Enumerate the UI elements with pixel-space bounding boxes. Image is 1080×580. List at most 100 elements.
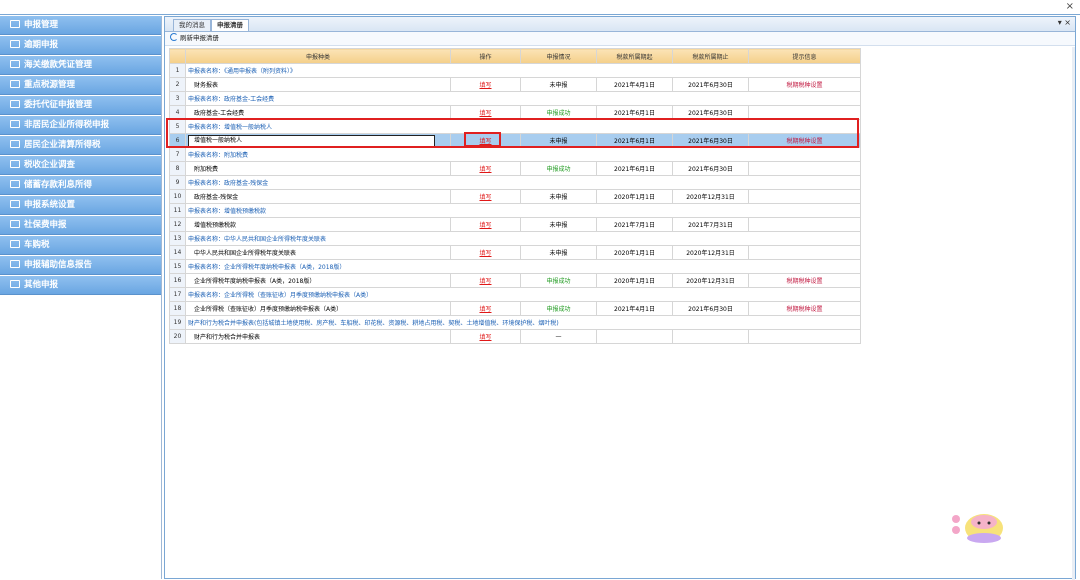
- group-title: 申报表名称：增值税预缴税款: [185, 203, 861, 218]
- folder-icon: [10, 159, 20, 168]
- group-title: 申报表名称：政府基金-工会经费: [185, 91, 861, 106]
- row-index: 19: [169, 315, 186, 330]
- sidebar-item-label: 海关缴款凭证管理: [24, 60, 93, 70]
- sidebar-item[interactable]: 重点税源管理: [0, 76, 161, 95]
- row-name: 财产和行为税合并申报表: [185, 329, 451, 344]
- group-title: 申报表名称：企业所得税年度纳税申报表（A类，2018版）: [185, 259, 861, 274]
- row-index: 10: [169, 189, 186, 204]
- row-name: 企业所得税（查账征收）月季度预缴纳税申报表（A类）: [185, 301, 451, 316]
- row-tip-link[interactable]: [748, 245, 861, 260]
- folder-icon: [10, 39, 20, 48]
- row-period-end: 2020年12月31日: [672, 273, 749, 288]
- row-tip-link[interactable]: [748, 189, 861, 204]
- folder-icon: [10, 199, 20, 208]
- mascot-base-icon: [967, 533, 1001, 543]
- sidebar-item[interactable]: 税收企业调查: [0, 156, 161, 175]
- header-tip[interactable]: 提示信息: [748, 48, 861, 64]
- table-row[interactable]: 12 增值税预缴税款 填写 未申报 2021年7月1日 2021年7月31日: [169, 217, 861, 232]
- sidebar-item-label: 非居民企业所得税申报: [24, 120, 110, 130]
- row-period-end: 2021年6月30日: [672, 77, 749, 92]
- fill-link[interactable]: 填写: [479, 82, 491, 89]
- fill-link[interactable]: 填写: [479, 334, 491, 341]
- tab-filing-list[interactable]: 申报清册: [211, 19, 249, 31]
- mascot-widget[interactable]: [948, 508, 1008, 548]
- sidebar-item[interactable]: 非居民企业所得税申报: [0, 116, 161, 135]
- row-index: 18: [169, 301, 186, 316]
- refresh-button[interactable]: 刷新申报清册: [170, 33, 219, 43]
- header-operation[interactable]: 操作: [450, 48, 521, 64]
- sidebar-item[interactable]: 社保费申报: [0, 216, 161, 235]
- sidebar-item[interactable]: 储蓄存款利息所得: [0, 176, 161, 195]
- group-title: 申报表名称：政府基金-残保金: [185, 175, 861, 190]
- row-tip-link[interactable]: [748, 329, 861, 344]
- folder-icon: [10, 19, 20, 28]
- row-tip-link[interactable]: 税期税种设置: [748, 77, 861, 92]
- sidebar-item[interactable]: 申报系统设置: [0, 196, 161, 215]
- sidebar-item[interactable]: 海关缴款凭证管理: [0, 56, 161, 75]
- row-tip-link[interactable]: 税期税种设置: [748, 273, 861, 288]
- refresh-label: 刷新申报清册: [180, 34, 219, 42]
- sidebar-item[interactable]: 逾期申报: [0, 36, 161, 55]
- sidebar-item[interactable]: 车购税: [0, 236, 161, 255]
- row-index: 2: [169, 77, 186, 92]
- table-row[interactable]: 20 财产和行为税合并申报表 填写 —: [169, 329, 861, 344]
- folder-icon: [10, 219, 20, 228]
- sidebar-item[interactable]: 委托代征申报管理: [0, 96, 161, 115]
- sidebar-item[interactable]: 其他申报: [0, 276, 161, 295]
- tab-my-messages[interactable]: 我的消息: [173, 19, 211, 31]
- row-operation: 填写: [450, 329, 521, 344]
- table-row[interactable]: 8 附加税费 填写 申报成功 2021年6月1日 2021年6月30日: [169, 161, 861, 176]
- row-tip-link[interactable]: 税期税种设置: [748, 301, 861, 316]
- sidebar-item[interactable]: 申报辅助信息报告: [0, 256, 161, 275]
- table-header-row: 申报种类 操作 申报情况 税款所属期起 税款所属期止 提示信息: [169, 48, 861, 64]
- row-tip-link[interactable]: [748, 161, 861, 176]
- table-row[interactable]: 2 财务报表 填写 未申报 2021年4月1日 2021年6月30日 税期税种设置: [169, 77, 861, 92]
- fill-link[interactable]: 填写: [479, 110, 491, 117]
- group-row: 11 申报表名称：增值税预缴税款: [169, 203, 861, 218]
- sidebar-item-label: 居民企业清算所得税: [24, 140, 101, 150]
- row-status: 申报成功: [520, 273, 597, 288]
- header-period-end[interactable]: 税款所属期止: [672, 48, 749, 64]
- table-row[interactable]: 18 企业所得税（查账征收）月季度预缴纳税申报表（A类） 填写 申报成功 2021年4月…: [169, 301, 861, 316]
- sidebar-item-label: 其他申报: [24, 280, 59, 290]
- header-status[interactable]: 申报情况: [520, 48, 597, 64]
- mascot-eye-icon: [987, 521, 991, 525]
- fill-link[interactable]: 填写: [479, 194, 491, 201]
- row-period-start: 2020年1月1日: [596, 273, 673, 288]
- sidebar-item-label: 重点税源管理: [24, 80, 76, 90]
- table-row[interactable]: 16 企业所得税年度纳税申报表（A类，2018版） 填写 申报成功 2020年1月1日 2…: [169, 273, 861, 288]
- header-type[interactable]: 申报种类: [185, 48, 451, 64]
- sidebar-item[interactable]: 居民企业清算所得税: [0, 136, 161, 155]
- row-operation: 填写: [450, 273, 521, 288]
- folder-icon: [10, 139, 20, 148]
- fill-link[interactable]: 填写: [479, 250, 491, 257]
- sidebar-item[interactable]: 申报管理: [0, 16, 161, 35]
- row-name: 政府基金-残保金: [185, 189, 451, 204]
- sidebar-item-label: 税收企业调查: [24, 160, 76, 170]
- tab-controls[interactable]: ▾ ×: [1058, 18, 1071, 27]
- row-name: 企业所得税年度纳税申报表（A类，2018版）: [185, 273, 451, 288]
- folder-icon: [10, 279, 20, 288]
- table-row[interactable]: 10 政府基金-残保金 填写 未申报 2020年1月1日 2020年12月31日: [169, 189, 861, 204]
- row-period-end: 2021年6月30日: [672, 301, 749, 316]
- fill-link[interactable]: 填写: [479, 278, 491, 285]
- fill-link[interactable]: 填写: [479, 166, 491, 173]
- fill-link[interactable]: 填写: [479, 306, 491, 313]
- fill-link[interactable]: 填写: [479, 222, 491, 229]
- header-index: [169, 48, 186, 64]
- group-title: 申报表名称：中华人民共和国企业所得税年度关联表: [185, 231, 861, 246]
- row-tip-link[interactable]: [748, 217, 861, 232]
- sidebar-item-label: 储蓄存款利息所得: [24, 180, 93, 190]
- mascot-dot-icon: [952, 515, 960, 523]
- row-period-start: 2021年4月1日: [596, 301, 673, 316]
- table-row[interactable]: 14 中华人民共和国企业所得税年度关联表 填写 未申报 2020年1月1日 2020年12…: [169, 245, 861, 260]
- row-index: 8: [169, 161, 186, 176]
- row-operation: 填写: [450, 301, 521, 316]
- close-icon[interactable]: ×: [1066, 1, 1074, 12]
- scroll-edge[interactable]: [1072, 47, 1075, 580]
- group-row: 17 申报表名称：企业所得税（查账征收）月季度预缴纳税申报表（A类）: [169, 287, 861, 302]
- mascot-eye-icon: [977, 521, 981, 525]
- header-period-start[interactable]: 税款所属期起: [596, 48, 673, 64]
- row-operation: 填写: [450, 217, 521, 232]
- row-operation: 填写: [450, 77, 521, 92]
